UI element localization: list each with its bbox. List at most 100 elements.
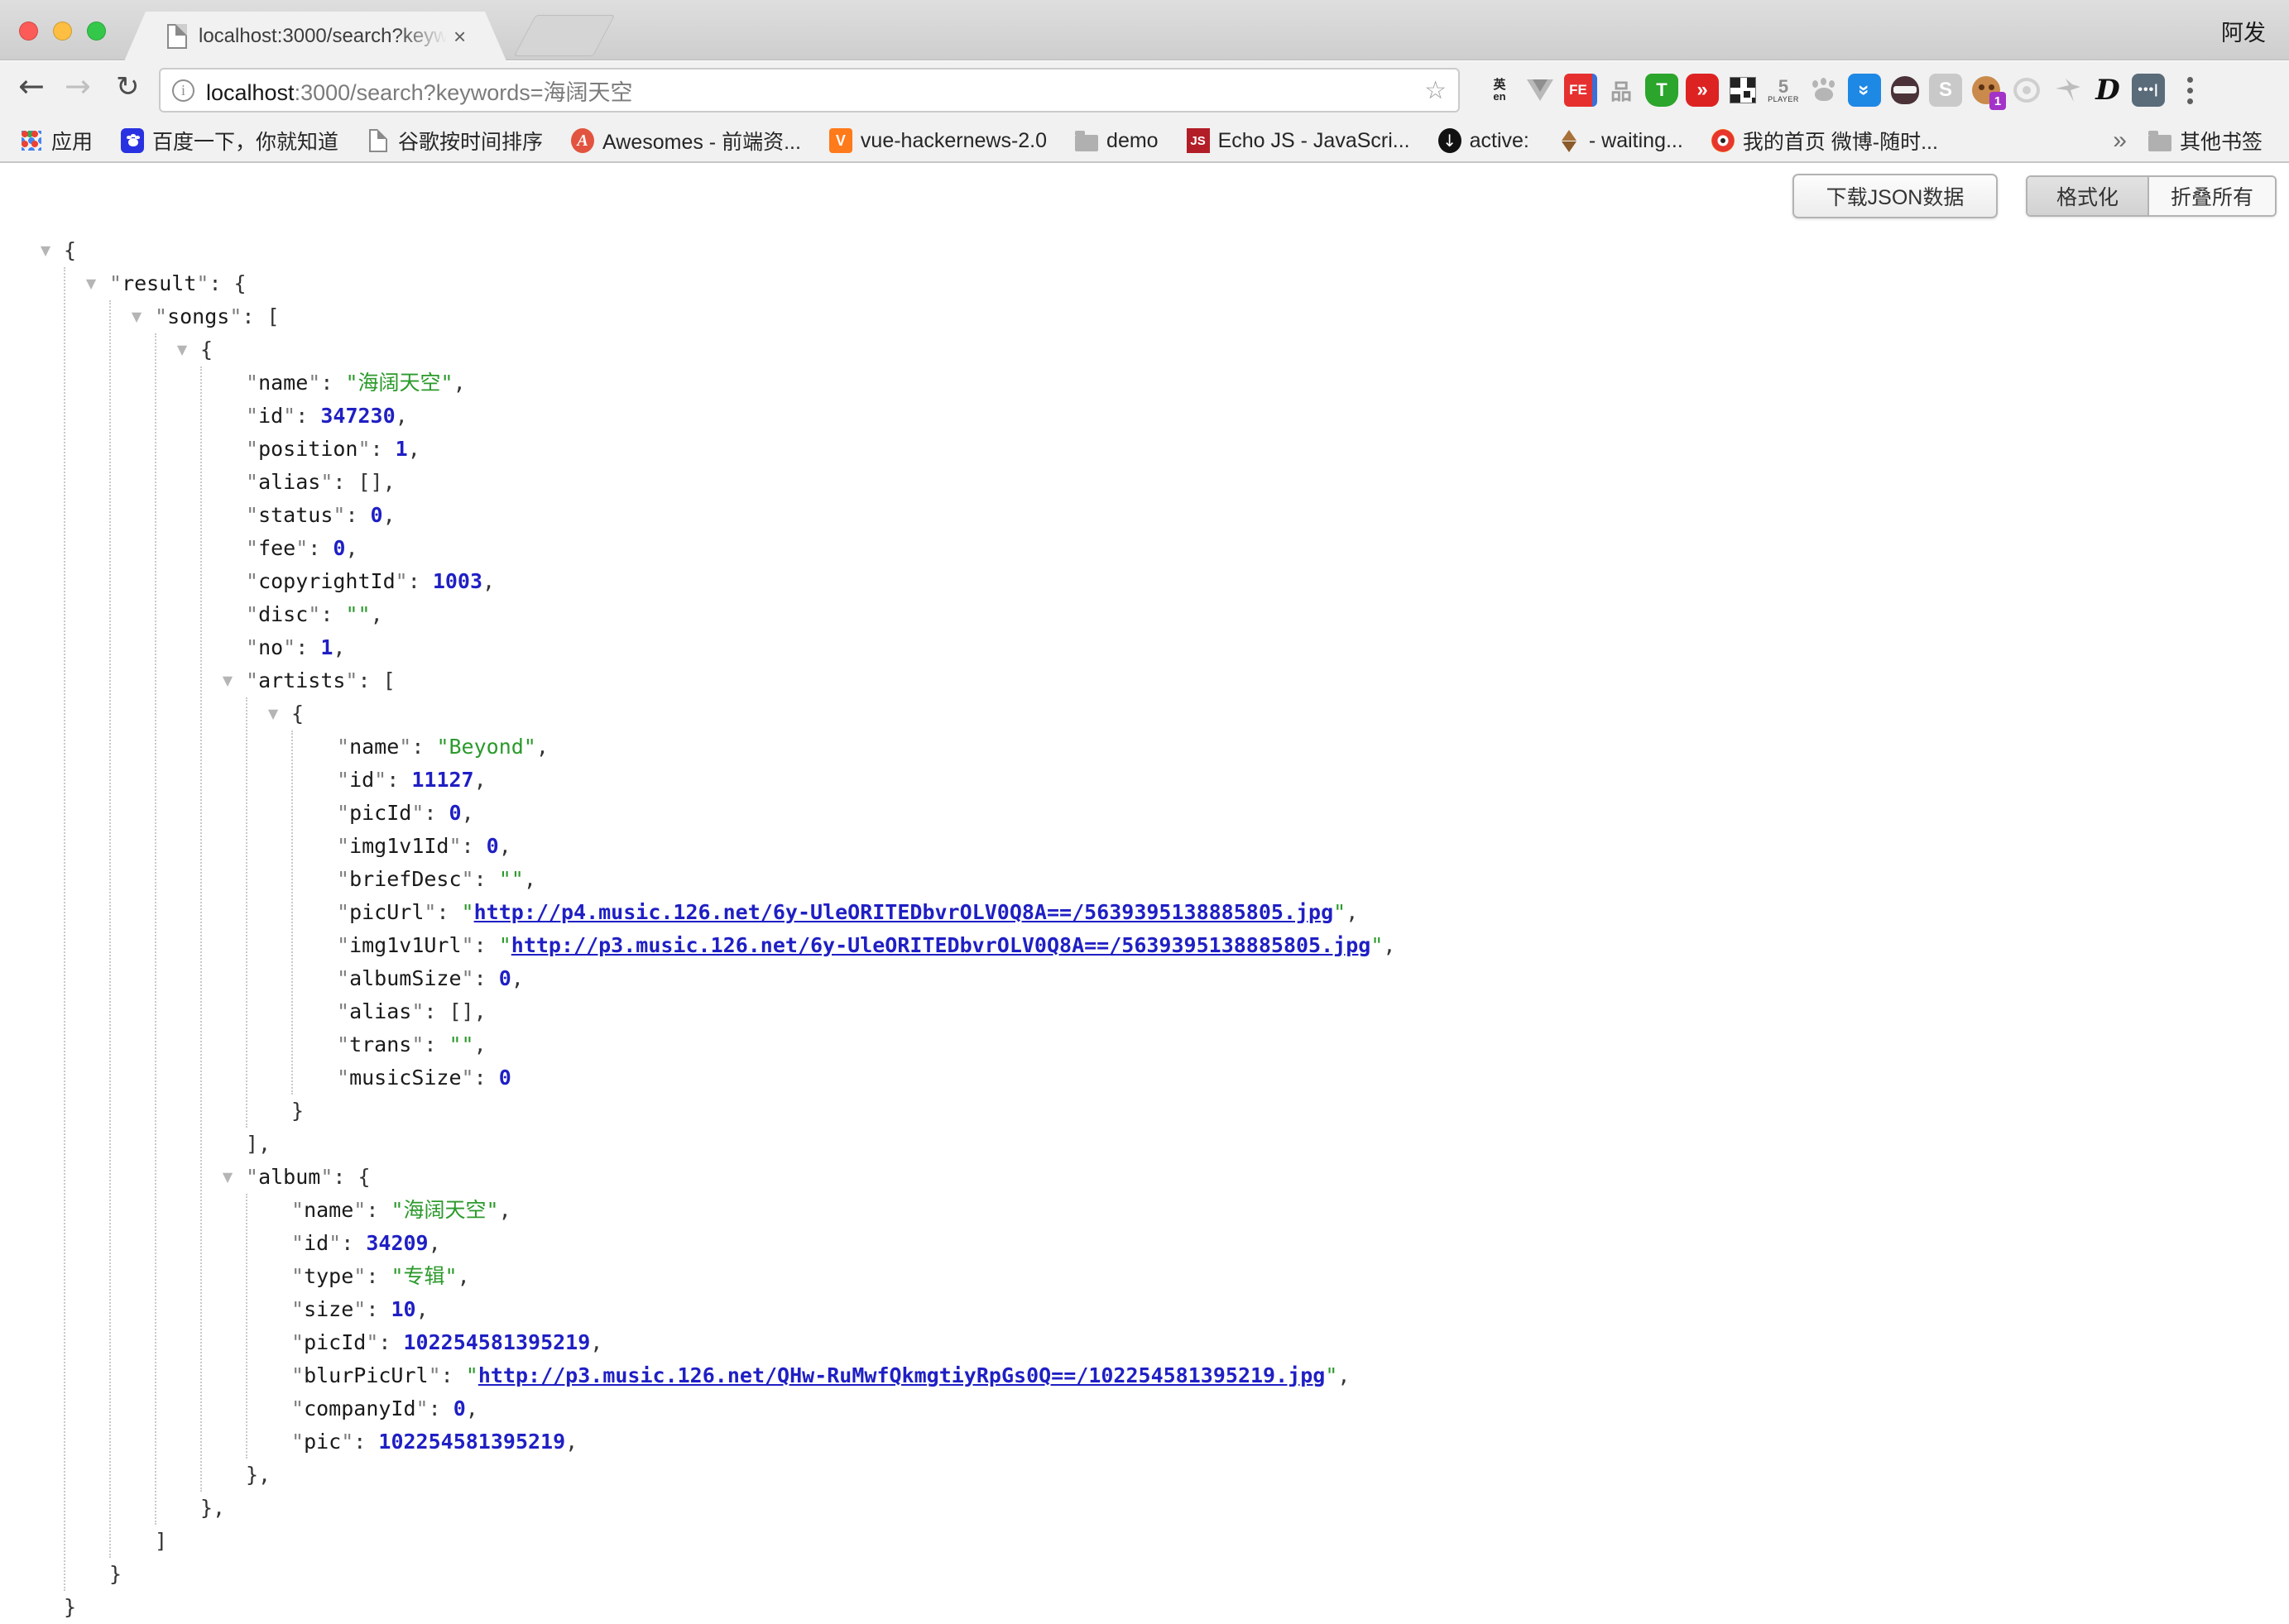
json-line: "id": 11127, bbox=[337, 764, 2289, 797]
bookmark-item-vue-hackernews[interactable]: V vue-hackernews-2.0 bbox=[829, 129, 1047, 153]
json-line: "img1v1Url": "http://p3.music.126.net/6y… bbox=[337, 929, 2289, 962]
bookmark-item-echojs[interactable]: JS Echo JS - JavaScri... bbox=[1187, 129, 1410, 153]
close-window-button[interactable] bbox=[19, 22, 38, 41]
json-url-link[interactable]: http://p4.music.126.net/6y-UleORITEDbvrO… bbox=[474, 900, 1334, 924]
url-text[interactable]: localhost:3000/search?keywords=海阔天空 bbox=[206, 74, 633, 107]
minimize-window-button[interactable] bbox=[53, 22, 72, 41]
json-line: ▼"songs": [ bbox=[155, 300, 2289, 333]
address-bar[interactable]: i localhost:3000/search?keywords=海阔天空 ☆ bbox=[159, 68, 1460, 113]
json-line: "disc": "", bbox=[246, 598, 2289, 631]
json-line: "pic": 102254581395219, bbox=[291, 1425, 2289, 1459]
bookmark-item-apps[interactable]: 应用 bbox=[20, 126, 93, 156]
translate-icon[interactable]: 英 en bbox=[1483, 74, 1516, 107]
collapse-all-button[interactable]: 折叠所有 bbox=[2149, 177, 2275, 215]
json-line: "companyId": 0, bbox=[291, 1392, 2289, 1425]
awesomes-icon: A bbox=[571, 129, 594, 152]
weibo-gray-icon[interactable] bbox=[2010, 74, 2043, 107]
down-arrow-circle-icon: ↓ bbox=[1438, 129, 1461, 152]
bird-icon[interactable] bbox=[2051, 74, 2084, 107]
json-line: } bbox=[109, 1558, 2289, 1591]
bookmark-item-active[interactable]: ↓ active: bbox=[1438, 129, 1529, 153]
blue-chevron-icon[interactable]: » bbox=[1848, 74, 1881, 107]
baidu-paw-icon bbox=[121, 129, 144, 152]
reload-button[interactable]: ↻ bbox=[116, 70, 140, 103]
d-icon[interactable]: D bbox=[2091, 74, 2124, 107]
collapse-toggle-icon[interactable]: ▼ bbox=[81, 267, 101, 300]
json-line: "name": "海阔天空", bbox=[246, 366, 2289, 400]
json-line: "alias": [], bbox=[337, 995, 2289, 1028]
json-line: "fee": 0, bbox=[246, 532, 2289, 565]
video-speed-icon[interactable]: » bbox=[1686, 74, 1719, 107]
html5-player-icon[interactable]: 5 PLAYER bbox=[1767, 74, 1800, 107]
page-icon bbox=[367, 129, 390, 152]
chrome-menu-icon[interactable] bbox=[2187, 77, 2193, 104]
tab-title-fade bbox=[397, 25, 447, 48]
json-line: "id": 34209, bbox=[291, 1227, 2289, 1260]
fehelper-icon[interactable]: FE bbox=[1564, 74, 1597, 107]
collapse-toggle-icon[interactable]: ▼ bbox=[263, 697, 283, 731]
tab-favicon-page-icon bbox=[167, 24, 187, 49]
hourglass-icon bbox=[1557, 129, 1581, 152]
bookmark-star-icon[interactable]: ☆ bbox=[1424, 76, 1447, 105]
bookmark-item-awesomes[interactable]: A Awesomes - 前端资... bbox=[571, 126, 801, 156]
json-line: "position": 1, bbox=[246, 433, 2289, 466]
back-button[interactable]: ← bbox=[18, 68, 45, 104]
bookmark-item-google-sort[interactable]: 谷歌按时间排序 bbox=[367, 126, 543, 156]
json-children-block: "name": "海阔天空","id": 34209,"type": "专辑",… bbox=[246, 1194, 2289, 1459]
s-icon[interactable]: S bbox=[1929, 74, 1962, 107]
json-line: "name": "Beyond", bbox=[337, 731, 2289, 764]
bookmark-item-weibo[interactable]: 我的首页 微博-随时... bbox=[1711, 126, 1938, 156]
json-line: "status": 0, bbox=[246, 499, 2289, 532]
json-url-link[interactable]: http://p3.music.126.net/6y-UleORITEDbvrO… bbox=[511, 933, 1371, 957]
url-host: localhost bbox=[206, 80, 295, 105]
json-line: "musicSize": 0 bbox=[337, 1061, 2289, 1095]
url-path: :3000/search?keywords=海阔天空 bbox=[295, 80, 633, 105]
json-line: ▼{ bbox=[291, 697, 2289, 731]
sitemap-icon[interactable]: 品 bbox=[1605, 74, 1638, 107]
new-tab-button[interactable] bbox=[514, 15, 616, 56]
download-json-button[interactable]: 下载JSON数据 bbox=[1792, 174, 1998, 218]
json-line: }, bbox=[200, 1492, 2289, 1525]
collapse-toggle-icon[interactable]: ▼ bbox=[127, 300, 146, 333]
bookmark-item-demo[interactable]: demo bbox=[1075, 129, 1159, 153]
json-line: "alias": [], bbox=[246, 466, 2289, 499]
collapse-toggle-icon[interactable]: ▼ bbox=[218, 1161, 238, 1194]
password-manager-icon[interactable]: •••| bbox=[2132, 74, 2165, 107]
other-bookmarks-button[interactable]: 其他书签 bbox=[2148, 126, 2263, 156]
bookmark-item-baidu[interactable]: 百度一下，你就知道 bbox=[121, 126, 338, 156]
page-content: 下载JSON数据 格式化 折叠所有 ▼{▼"result": {▼"songs"… bbox=[0, 165, 2289, 1451]
json-children-block: "name": "海阔天空","id": 347230,"position": … bbox=[200, 366, 2289, 1492]
json-line: ▼{ bbox=[200, 333, 2289, 366]
browser-tab[interactable]: localhost:3000/search?keywor × bbox=[124, 12, 506, 61]
weibo-icon bbox=[1711, 129, 1735, 152]
json-line: "albumSize": 0, bbox=[337, 962, 2289, 995]
view-mode-segment: 格式化 折叠所有 bbox=[2026, 175, 2277, 217]
collapse-toggle-icon[interactable]: ▼ bbox=[218, 664, 238, 697]
tab-close-icon[interactable]: × bbox=[453, 26, 466, 47]
bookmarks-bar: 应用 百度一下，你就知道 谷歌按时间排序 A Awesomes - 前端资...… bbox=[0, 120, 2289, 163]
bookmarks-overflow-chevron[interactable]: » bbox=[2113, 127, 2127, 155]
tampermonkey-shield-icon[interactable]: T bbox=[1645, 74, 1678, 107]
paw-icon[interactable] bbox=[1807, 74, 1840, 107]
json-url-link[interactable]: http://p3.music.126.net/QHw-RuMwfQkmgtiy… bbox=[478, 1363, 1326, 1387]
json-line: "copyrightId": 1003, bbox=[246, 565, 2289, 598]
json-line: "id": 347230, bbox=[246, 400, 2289, 433]
monkey-icon[interactable]: 1 bbox=[1970, 74, 2003, 107]
json-line: "briefDesc": "", bbox=[337, 863, 2289, 896]
maximize-window-button[interactable] bbox=[87, 22, 106, 41]
json-line: } bbox=[64, 1591, 2289, 1624]
vue-devtools-icon[interactable] bbox=[1524, 74, 1557, 107]
monkey-badge: 1 bbox=[1989, 92, 2006, 110]
profile-name[interactable]: 阿发 bbox=[2221, 15, 2266, 47]
page-info-icon[interactable]: i bbox=[172, 79, 194, 102]
collapse-toggle-icon[interactable]: ▼ bbox=[172, 333, 192, 366]
json-line: ▼"artists": [ bbox=[246, 664, 2289, 697]
bookmark-item-waiting[interactable]: - waiting... bbox=[1557, 129, 1683, 153]
collapse-toggle-icon[interactable]: ▼ bbox=[36, 234, 55, 267]
incognito-mask-icon[interactable] bbox=[1888, 74, 1922, 107]
json-tree: ▼{▼"result": {▼"songs": [▼{"name": "海阔天空… bbox=[0, 234, 2289, 1624]
json-line: ] bbox=[155, 1525, 2289, 1558]
json-line: }, bbox=[246, 1459, 2289, 1492]
format-button[interactable]: 格式化 bbox=[2027, 177, 2149, 215]
qrcode-icon[interactable] bbox=[1726, 74, 1759, 107]
